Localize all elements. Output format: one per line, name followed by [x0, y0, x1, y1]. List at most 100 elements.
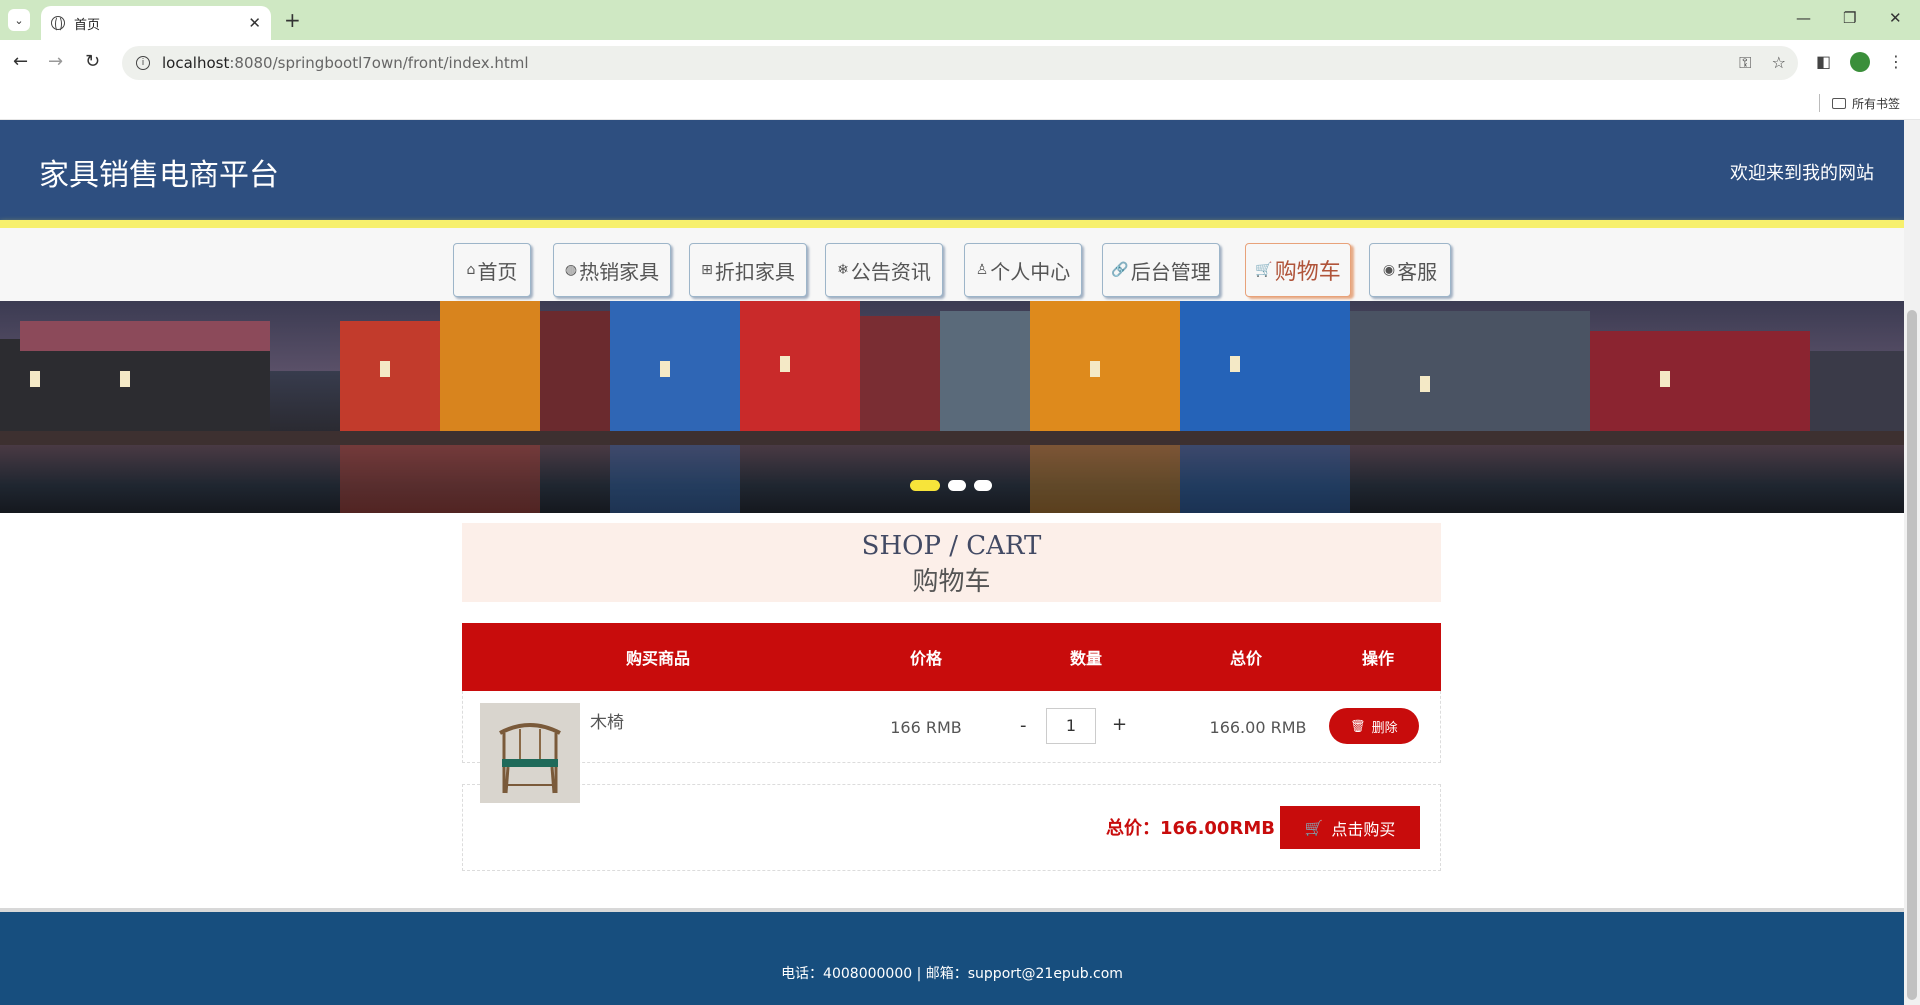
browser-toolbar: ← → ↻ i localhost:8080/springbootl7own/f…: [0, 40, 1920, 86]
nav-hot-furniture[interactable]: ◍ 热销家具: [553, 243, 671, 297]
nav-cart[interactable]: 🛒 购物车: [1245, 243, 1351, 297]
carousel-indicators: [910, 480, 992, 491]
banner-house: [610, 301, 740, 431]
nav-label: 热销家具: [579, 259, 660, 284]
restore-icon[interactable]: ❐: [1843, 9, 1856, 27]
delete-label: 删除: [1371, 720, 1398, 736]
buy-label: 点击购买: [1331, 819, 1396, 839]
new-tab-icon[interactable]: +: [284, 8, 301, 32]
section-title-zh: 购物车: [912, 567, 991, 597]
all-bookmarks-button[interactable]: 所有书签: [1831, 95, 1900, 112]
header-price: 价格: [909, 649, 942, 668]
carousel-dot[interactable]: [974, 480, 992, 491]
buy-button[interactable]: 🛒 点击购买: [1280, 806, 1420, 849]
banner-house: [1030, 301, 1180, 431]
banner-reflection: [340, 445, 540, 513]
banner-window: [30, 371, 40, 387]
nav-label: 首页: [477, 259, 518, 284]
nav-user-center[interactable]: ♙ 个人中心: [964, 243, 1082, 297]
main-nav: ⌂ 首页 ◍ 热销家具 ⊞ 折扣家具 ❄ 公告资讯 ♙ 个人中心 🔗 后台管理 🛒 购物车 ◉…: [0, 228, 1904, 301]
quantity-input[interactable]: 1: [1046, 708, 1096, 744]
footer-contact: 电话：4008000000 | 邮箱：support@21epub.com: [781, 966, 1123, 982]
address-bar[interactable]: i localhost:8080/springbootl7own/front/i…: [122, 46, 1798, 80]
browser-tab-strip: ⌄ 首页 ✕ + — ❐ ✕: [0, 0, 1920, 40]
close-window-icon[interactable]: ✕: [1889, 9, 1902, 27]
product-image[interactable]: [480, 703, 580, 803]
header-subtotal: 总价: [1229, 649, 1262, 668]
quantity-increase-button[interactable]: +: [1112, 714, 1127, 735]
nav-discount-furniture[interactable]: ⊞ 折扣家具: [689, 243, 807, 297]
close-tab-icon[interactable]: ✕: [248, 14, 261, 32]
banner-house: [940, 311, 1030, 431]
banner-house: [1590, 331, 1810, 431]
banner-house: [1810, 351, 1904, 431]
table-row: 木椅 166 RMB - 1 + 166.00 RMB 🗑 删除: [462, 691, 1441, 803]
banner-dock: [0, 431, 1904, 445]
banner-house: [1180, 301, 1350, 431]
url-host: localhost: [162, 54, 230, 72]
total-price: 总价：166.00RMB: [1106, 818, 1275, 839]
snowflake-icon: ❄: [837, 262, 849, 278]
page-scrollbar[interactable]: [1904, 120, 1920, 1005]
delete-button[interactable]: 🗑 删除: [1329, 708, 1419, 744]
banner-window: [120, 371, 130, 387]
bookmarks-divider: [1819, 94, 1820, 112]
banner-reflection: [1180, 445, 1350, 513]
banner-window: [660, 361, 670, 377]
user-icon: ♙: [975, 262, 989, 278]
product-name[interactable]: 木椅: [590, 708, 624, 733]
banner-window: [780, 356, 790, 372]
nav-customer-service[interactable]: ◉ 客服: [1369, 243, 1451, 297]
site-title: 家具销售电商平台: [39, 158, 279, 193]
banner-house: [0, 339, 270, 431]
banner-house: [440, 301, 540, 431]
banner-window: [1420, 376, 1430, 392]
nav-admin[interactable]: 🔗 后台管理: [1102, 243, 1220, 297]
header-product: 购买商品: [625, 649, 690, 668]
url-path: :8080/springbootl7own/front/index.html: [229, 54, 529, 72]
reload-icon[interactable]: ↻: [85, 51, 100, 72]
tab-search-chevron-icon[interactable]: ⌄: [8, 9, 30, 31]
banner-house: [860, 316, 940, 431]
cart-table: 购买商品 价格 数量 总价 操作 木椅 166 RMB - 1 + 166.00…: [462, 623, 1441, 803]
nav-home[interactable]: ⌂ 首页: [453, 243, 531, 297]
browser-tab[interactable]: 首页 ✕: [41, 6, 271, 40]
banner-reflection: [1030, 445, 1180, 513]
banner-window: [1660, 371, 1670, 387]
forward-icon[interactable]: →: [48, 51, 63, 72]
header-divider: [0, 220, 1904, 228]
bookmark-star-icon[interactable]: ☆: [1772, 53, 1786, 72]
minimize-icon[interactable]: —: [1796, 9, 1811, 27]
password-key-icon[interactable]: ⚿: [1739, 53, 1751, 72]
nav-announcements[interactable]: ❄ 公告资讯: [825, 243, 943, 297]
row-subtotal: 166.00 RMB: [1209, 718, 1307, 737]
menu-kebab-icon[interactable]: ⋮: [1888, 52, 1904, 71]
globe-icon: ◍: [564, 262, 578, 278]
quantity-decrease-button[interactable]: -: [1020, 715, 1027, 736]
site-info-icon[interactable]: i: [136, 56, 150, 70]
product-price: 166 RMB: [890, 718, 962, 737]
bookmarks-bar: 所有书签: [0, 86, 1920, 120]
section-title: SHOP / CART 购物车: [462, 523, 1441, 602]
gift-icon: ⊞: [701, 262, 713, 278]
side-panel-icon[interactable]: ◧: [1816, 52, 1831, 71]
carousel-banner[interactable]: [0, 301, 1904, 513]
carousel-dot[interactable]: [910, 480, 940, 491]
nav-label: 后台管理: [1130, 259, 1211, 284]
banner-house: [540, 311, 610, 431]
scrollbar-thumb[interactable]: [1907, 310, 1917, 1000]
table-header: 购买商品 价格 数量 总价 操作: [462, 623, 1441, 691]
site-footer: 电话：4008000000 | 邮箱：support@21epub.com: [0, 908, 1904, 1005]
nav-label: 折扣家具: [714, 259, 795, 284]
home-icon: ⌂: [466, 262, 476, 278]
profile-avatar-icon[interactable]: [1850, 52, 1870, 72]
carousel-dot[interactable]: [948, 480, 966, 491]
tab-title: 首页: [74, 17, 101, 33]
back-icon[interactable]: ←: [13, 51, 28, 72]
banner-window: [1090, 361, 1100, 377]
header-actions: 操作: [1361, 649, 1394, 668]
cart-icon: 🛒: [1304, 818, 1324, 837]
banner-roof: [20, 321, 270, 351]
banner-house: [340, 321, 440, 431]
site-header: 家具销售电商平台 欢迎来到我的网站: [0, 120, 1904, 221]
